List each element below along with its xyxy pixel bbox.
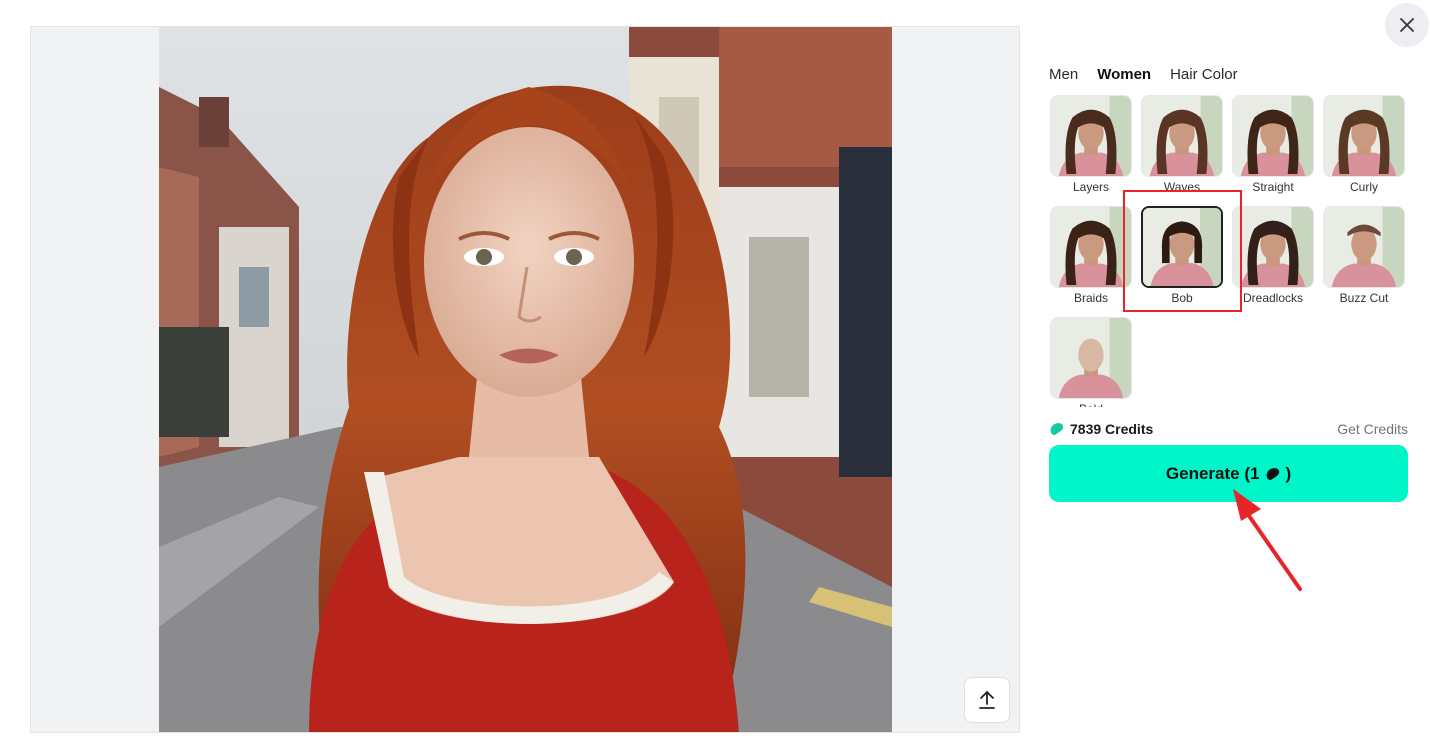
hairstyle-label: Bald <box>1049 401 1133 407</box>
hairstyle-thumbnail <box>1232 95 1314 177</box>
credits-balance: 7839 Credits <box>1049 421 1153 437</box>
hairstyle-option-curly[interactable]: Curly <box>1322 95 1406 195</box>
model-preview-image <box>1051 318 1131 398</box>
hairstyle-option-braids[interactable]: Braids <box>1049 206 1133 306</box>
hairstyle-label: Dreadlocks <box>1242 291 1304 305</box>
credits-row: 7839 Credits Get Credits <box>1049 418 1408 440</box>
hairstyle-option-buzz-cut[interactable]: Buzz Cut <box>1322 206 1406 306</box>
hairstyle-label: Layers <box>1072 180 1110 194</box>
close-icon <box>1400 18 1414 32</box>
portrait-image <box>159 27 892 732</box>
hairstyle-thumbnail <box>1141 95 1223 177</box>
tab-hair-color[interactable]: Hair Color <box>1170 66 1238 83</box>
model-preview-image <box>1051 96 1131 176</box>
tab-women[interactable]: Women <box>1097 66 1151 83</box>
hairstyle-label: Braids <box>1073 291 1108 305</box>
credits-amount: 7839 Credits <box>1070 421 1154 437</box>
credit-bean-icon <box>1267 467 1280 480</box>
upload-button[interactable] <box>964 677 1010 723</box>
model-preview-image <box>1051 207 1131 287</box>
model-preview-image <box>1142 96 1222 176</box>
generate-button[interactable]: Generate (1 ) <box>1049 445 1408 502</box>
hairstyle-option-waves[interactable]: Waves <box>1140 95 1224 195</box>
hairstyle-thumbnail <box>1050 206 1132 288</box>
hairstyle-option-bald[interactable]: Bald <box>1049 317 1133 407</box>
hairstyle-option-dreadlocks[interactable]: Dreadlocks <box>1231 206 1315 306</box>
hairstyle-grid: Layers Waves Straight Curly Braids Bob D… <box>1049 95 1408 407</box>
hairstyle-thumbnail <box>1141 206 1223 288</box>
hairstyle-thumbnail <box>1050 95 1132 177</box>
hairstyle-panel: Men Women Hair Color Layers Waves Straig… <box>1049 60 1408 407</box>
tab-men[interactable]: Men <box>1049 66 1078 83</box>
hairstyle-label: Bob <box>1171 291 1193 305</box>
close-button[interactable] <box>1385 3 1429 47</box>
uploaded-photo <box>159 27 892 732</box>
hairstyle-thumbnail <box>1323 95 1405 177</box>
hairstyle-label: Buzz Cut <box>1339 291 1389 305</box>
hairstyle-option-layers[interactable]: Layers <box>1049 95 1133 195</box>
hairstyle-thumbnail <box>1232 206 1314 288</box>
hairstyle-option-bob[interactable]: Bob <box>1140 206 1224 306</box>
category-tabs: Men Women Hair Color <box>1049 60 1408 88</box>
hairstyle-thumbnail <box>1323 206 1405 288</box>
generate-label-prefix: Generate (1 <box>1165 463 1260 483</box>
model-preview-image <box>1233 96 1313 176</box>
hairstyle-option-straight[interactable]: Straight <box>1231 95 1315 195</box>
get-credits-link[interactable]: Get Credits <box>1337 421 1408 437</box>
generate-label-suffix: ) <box>1285 463 1292 483</box>
model-preview-image <box>1324 96 1404 176</box>
credit-bean-icon <box>1050 423 1064 435</box>
model-preview-image <box>1233 207 1313 287</box>
hairstyle-label: Waves <box>1163 180 1201 194</box>
model-preview-image <box>1143 208 1221 286</box>
hairstyle-label: Straight <box>1252 180 1294 194</box>
model-preview-image <box>1324 207 1404 287</box>
hairstyle-label: Curly <box>1349 180 1378 194</box>
upload-arrow-icon <box>979 690 995 709</box>
hairstyle-thumbnail <box>1050 317 1132 399</box>
preview-stage <box>30 26 1020 733</box>
